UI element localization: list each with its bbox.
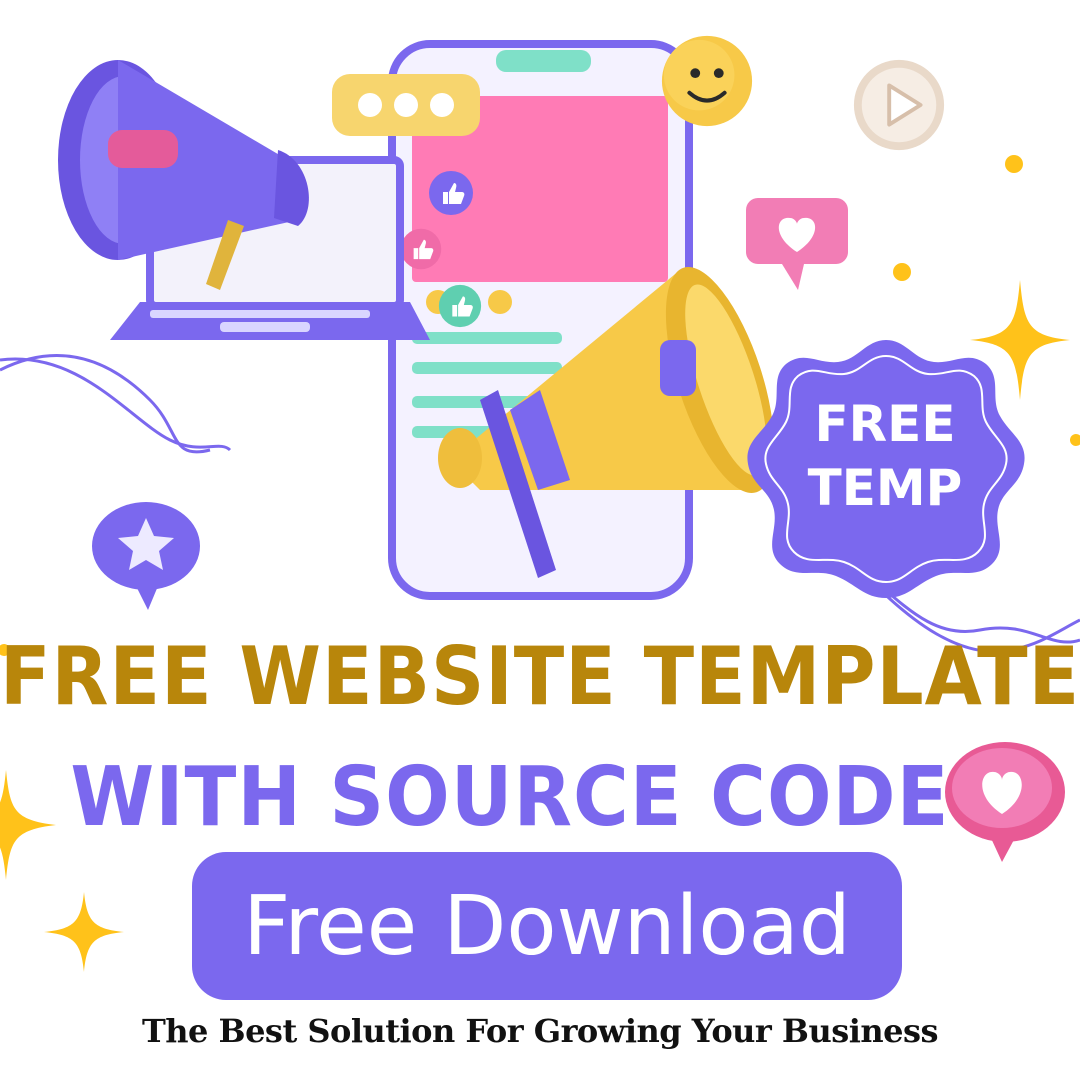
tagline: The Best Solution For Growing Your Busin… — [141, 1012, 939, 1050]
headline-line-1: FREE WEBSITE TEMPLATE — [0, 630, 1080, 724]
headline-line-2: WITH SOURCE CODE — [70, 748, 950, 845]
free-download-button[interactable]: Free Download — [192, 852, 902, 1000]
